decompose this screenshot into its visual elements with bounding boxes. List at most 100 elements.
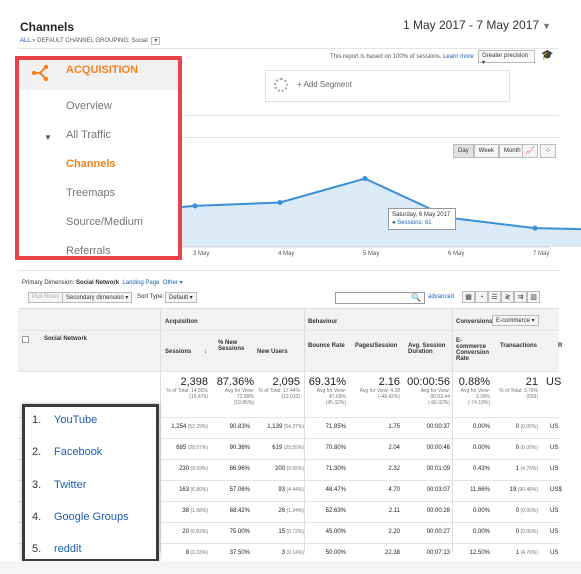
network-facebook[interactable]: Facebook xyxy=(54,446,102,458)
cell-sessions: 20 (0.83%) xyxy=(182,529,208,535)
bar-view-icon[interactable]: ☰ xyxy=(488,291,501,303)
group-conversions: Conversions xyxy=(456,319,493,325)
chart-point[interactable] xyxy=(362,176,368,182)
col-transactions[interactable]: Transactions xyxy=(500,343,537,349)
breadcrumb-value: Social xyxy=(131,38,148,44)
date-range-picker[interactable]: 1 May 2017 - 7 May 2017 ▼ xyxy=(403,18,551,32)
cell-conv: 0.00% xyxy=(472,529,490,535)
breadcrumb-dropdown[interactable]: ▾ xyxy=(151,37,161,45)
col-avg-session-duration[interactable]: Avg. Session Duration xyxy=(408,343,448,355)
col-revenue[interactable]: R xyxy=(558,343,562,349)
motion-chart-icon[interactable]: ⁘ xyxy=(540,144,556,158)
x-tick-label: 3 May xyxy=(193,251,210,257)
x-tick-label: 7 May xyxy=(533,251,550,257)
pivot-view-icon[interactable]: ▥ xyxy=(527,291,540,303)
cell-dur: 00:00:28 xyxy=(426,508,450,514)
cell-sessions: 230 (9.59%) xyxy=(179,466,208,472)
advanced-filter-link[interactable]: advanced xyxy=(428,294,454,300)
cell-dur: 00:00:27 xyxy=(426,529,450,535)
chart-point[interactable] xyxy=(192,203,198,209)
primary-dimension: Primary Dimension: Social Network Landin… xyxy=(22,279,182,286)
day-button[interactable]: Day xyxy=(453,144,474,158)
caret-down-icon[interactable]: ▼ xyxy=(44,133,52,142)
graduation-cap-icon[interactable]: 🎓 xyxy=(541,50,553,61)
chart-point[interactable] xyxy=(277,200,283,206)
cell-tx: 0 (0.00%) xyxy=(515,508,538,514)
nav-overview[interactable]: Overview xyxy=(66,100,112,112)
cell-users: 3 (0.14%) xyxy=(281,550,304,556)
acquisition-title[interactable]: ACQUISITION xyxy=(66,64,138,76)
horizontal-scrollbar[interactable] xyxy=(0,561,581,574)
term-cloud-icon[interactable]: ⇉ xyxy=(514,291,527,303)
row-divider xyxy=(18,371,559,372)
col-social-network[interactable]: Social Network xyxy=(44,336,87,342)
col-new-sessions[interactable]: % New Sessions xyxy=(218,340,248,352)
cell-dur: 00:01:09 xyxy=(426,466,450,472)
primary-dimension-current: Social Network xyxy=(76,280,120,286)
col-pages-session[interactable]: Pages/Session xyxy=(355,343,397,349)
pie-view-icon[interactable]: ◔ xyxy=(475,291,488,303)
cell-conv: 0.00% xyxy=(472,445,490,451)
nav-source-medium[interactable]: Source/Medium xyxy=(66,216,143,228)
chart-point[interactable] xyxy=(532,225,538,231)
tooltip-title: Saturday, 6 May 2017 xyxy=(392,212,451,218)
select-all-checkbox[interactable] xyxy=(22,336,29,343)
line-chart-icon[interactable]: 📈 xyxy=(522,144,538,158)
cell-tx: 0 (0.00%) xyxy=(515,424,538,430)
cell-rev: US xyxy=(550,550,559,556)
secondary-dimension-select[interactable]: Secondary dimension ▾ xyxy=(62,292,133,303)
cell-dur: 00:03:07 xyxy=(426,487,450,493)
learn-more-link[interactable]: Learn more xyxy=(443,54,474,60)
add-segment-label[interactable]: + Add Segment xyxy=(297,80,352,89)
ecommerce-select[interactable]: E-commerce ▾ xyxy=(492,315,539,326)
cell-tx: 1 (4.76%) xyxy=(515,466,538,472)
network-twitter[interactable]: Twitter xyxy=(54,479,86,491)
list-item: 5. reddit xyxy=(32,543,82,555)
total-pages-session: 2.16 xyxy=(378,376,400,388)
cell-rev: US$ xyxy=(550,487,562,493)
col-sessions[interactable]: Sessions xyxy=(165,349,191,355)
cell-conv: 11.66% xyxy=(470,487,490,493)
cell-conv: 0.00% xyxy=(472,508,490,514)
landing-page-link[interactable]: Landing Page xyxy=(122,280,159,286)
cell-pages: 2.32 xyxy=(388,466,400,472)
sort-type-select[interactable]: Default ▾ xyxy=(165,292,197,303)
network-reddit[interactable]: reddit xyxy=(54,543,82,555)
cell-new_sess: 68.42% xyxy=(229,508,250,514)
plot-rows-button[interactable]: Plot Rows xyxy=(28,292,64,303)
total-bounce-rate: 69.31% xyxy=(308,376,346,388)
breadcrumb-all-link[interactable]: ALL xyxy=(20,38,30,44)
nav-referrals[interactable]: Referrals xyxy=(66,245,111,257)
col-new-users[interactable]: New Users xyxy=(257,349,288,355)
x-tick-label: 5 May xyxy=(363,251,380,257)
total-revenue: US xyxy=(546,376,562,388)
group-behaviour: Behaviour xyxy=(308,319,338,325)
network-google-groups[interactable]: Google Groups xyxy=(54,511,129,523)
total-duration-sub: Avg for View: 00:02:44 (-66.02%) xyxy=(420,388,450,406)
tooltip-value: ● Sessions: 61 xyxy=(392,220,432,226)
sort-desc-icon[interactable]: ↓ xyxy=(204,349,207,355)
col-bounce-rate[interactable]: Bounce Rate xyxy=(308,343,345,349)
cell-new_sess: 75.00% xyxy=(229,529,250,535)
week-button[interactable]: Week xyxy=(473,144,499,158)
comparison-view-icon[interactable]: ≷ xyxy=(501,291,514,303)
cell-rev: US xyxy=(550,508,559,514)
total-duration: 00:00:56 xyxy=(407,376,450,388)
cell-pages: 2.20 xyxy=(388,529,400,535)
cell-pages: 22.38 xyxy=(384,550,400,556)
other-dimension-link[interactable]: Other ▾ xyxy=(163,280,183,286)
acquisition-icon xyxy=(31,64,49,82)
nav-channels[interactable]: Channels xyxy=(66,158,116,170)
precision-select[interactable]: Greater precision ▾ xyxy=(478,50,535,66)
col-conversion-rate[interactable]: E-commerce Conversion Rate xyxy=(456,338,490,362)
nav-all-traffic[interactable]: All Traffic xyxy=(66,129,111,141)
search-icon[interactable]: 🔍 xyxy=(411,293,421,302)
cell-conv: 0.43% xyxy=(472,466,490,472)
chart-tooltip: Saturday, 6 May 2017 ● Sessions: 61 xyxy=(388,208,456,230)
total-new-sessions: 87.36% xyxy=(216,376,254,388)
grid-view-icon[interactable]: ▦ xyxy=(462,291,475,303)
network-youtube[interactable]: YouTube xyxy=(54,414,97,426)
cell-bounce: 52.63% xyxy=(325,508,346,514)
nav-treemaps[interactable]: Treemaps xyxy=(66,187,115,199)
divider xyxy=(18,270,559,271)
